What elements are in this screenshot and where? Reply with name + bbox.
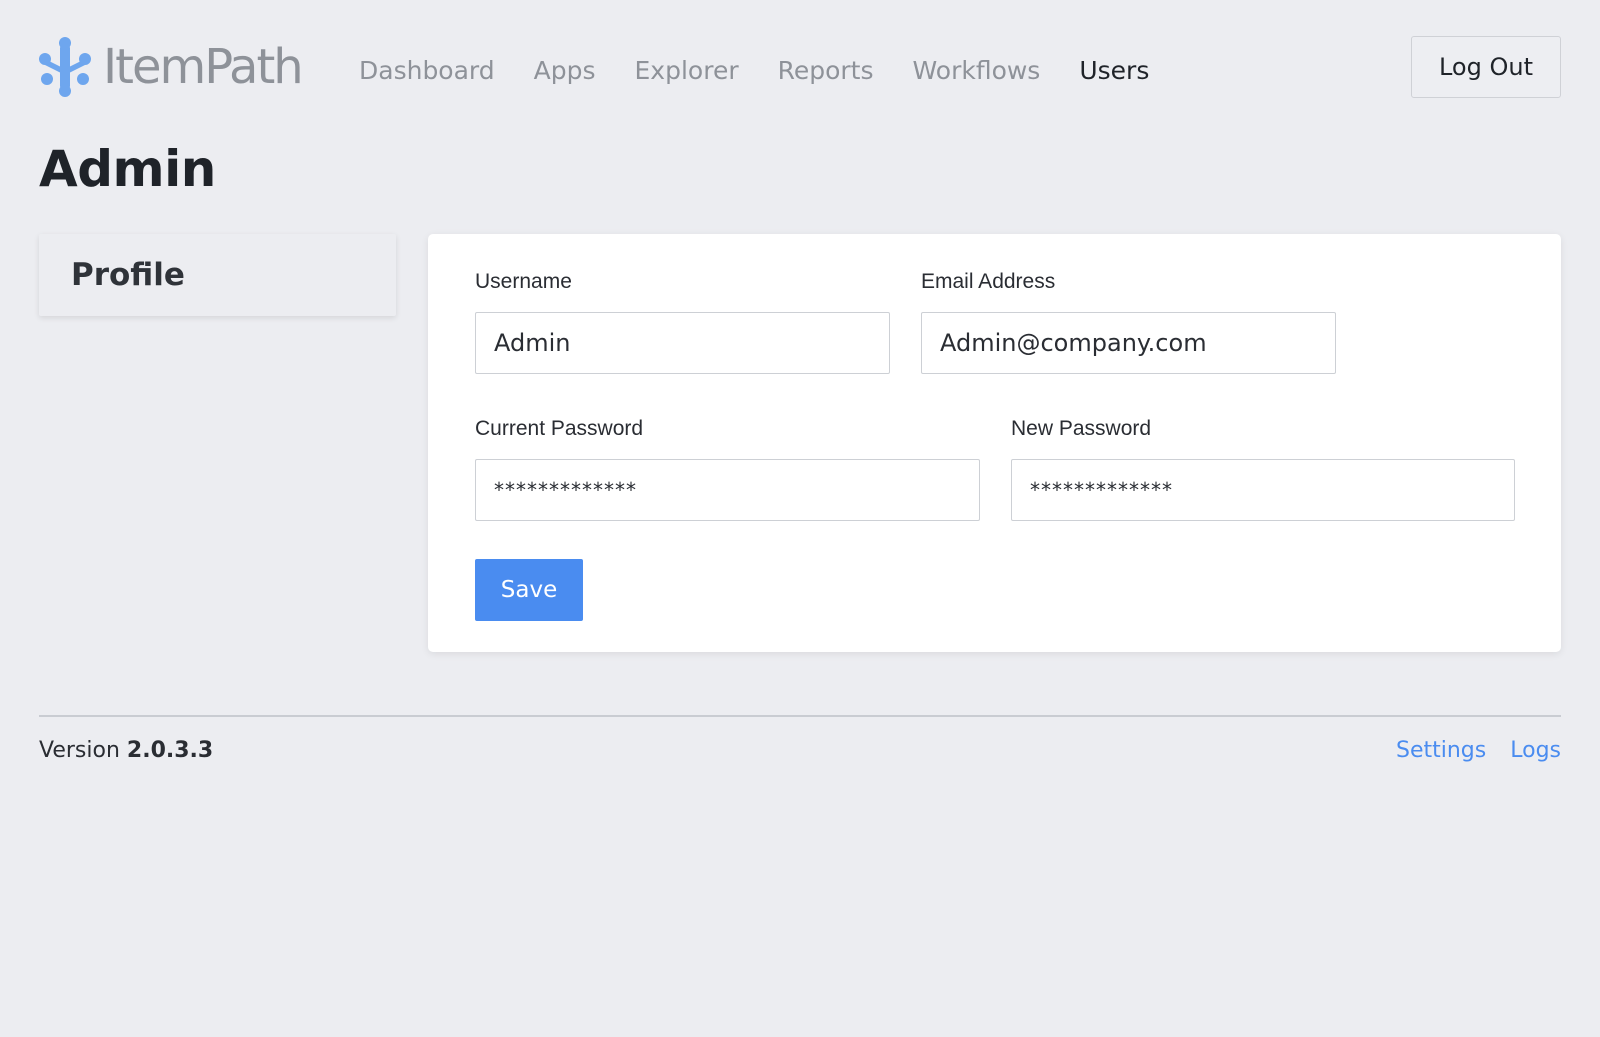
version-number: 2.0.3.3 xyxy=(126,738,214,763)
logs-link[interactable]: Logs xyxy=(1510,738,1561,763)
itempath-logo-icon xyxy=(39,37,91,97)
sidebar-item-label: Profile xyxy=(71,257,185,293)
new-password-label: New Password xyxy=(1011,417,1152,440)
logout-button[interactable]: Log Out xyxy=(1411,36,1561,98)
nav-item-dashboard[interactable]: Dashboard xyxy=(359,56,495,85)
nav-item-workflows[interactable]: Workflows xyxy=(913,56,1041,85)
current-password-label: Current Password xyxy=(475,417,644,440)
top-header: ItemPath Dashboard Apps Explorer Reports… xyxy=(39,36,1561,100)
nav-item-apps[interactable]: Apps xyxy=(534,56,596,85)
username-field[interactable] xyxy=(475,312,890,374)
app-logo[interactable]: ItemPath xyxy=(39,36,304,98)
settings-link[interactable]: Settings xyxy=(1396,738,1486,763)
footer-divider xyxy=(39,715,1561,717)
current-password-field[interactable] xyxy=(475,459,980,521)
username-label: Username xyxy=(475,270,572,293)
sidebar-item-profile[interactable]: Profile xyxy=(39,234,396,316)
app-logo-text: ItemPath xyxy=(103,39,304,95)
footer-links: Settings Logs xyxy=(1396,738,1561,763)
nav-item-users[interactable]: Users xyxy=(1079,56,1149,85)
page-title: Admin xyxy=(39,140,216,198)
nav-item-reports[interactable]: Reports xyxy=(778,56,874,85)
profile-form-card: Username Email Address Current Password … xyxy=(428,234,1561,652)
page-root: ItemPath Dashboard Apps Explorer Reports… xyxy=(0,0,1600,1037)
email-field[interactable] xyxy=(921,312,1336,374)
version-info: Version 2.0.3.3 xyxy=(39,738,213,763)
save-button[interactable]: Save xyxy=(475,559,583,621)
email-label: Email Address xyxy=(921,270,1056,293)
new-password-field[interactable] xyxy=(1011,459,1515,521)
nav-item-explorer[interactable]: Explorer xyxy=(635,56,739,85)
main-nav: Dashboard Apps Explorer Reports Workflow… xyxy=(359,56,1188,85)
version-prefix: Version xyxy=(39,738,120,763)
